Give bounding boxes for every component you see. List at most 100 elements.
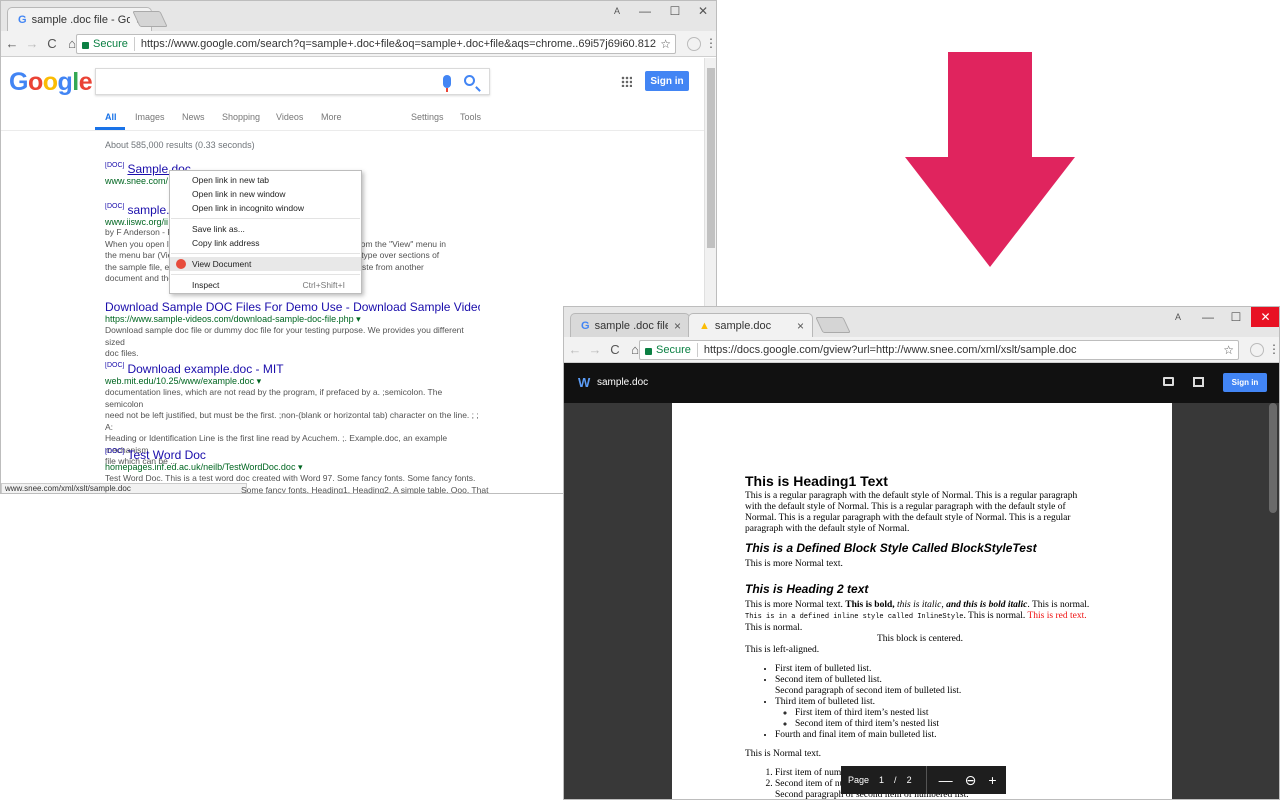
- list-item: Third item of bulleted list. First item …: [775, 697, 1172, 730]
- page-controls: Page 1 / 2 — ⊖ +: [841, 766, 1006, 794]
- close-window-icon[interactable]: ✕: [1251, 307, 1279, 327]
- search-box[interactable]: [95, 68, 490, 95]
- sign-in-button[interactable]: Sign in: [1223, 373, 1267, 392]
- open-in-new-window-icon[interactable]: [1193, 377, 1204, 387]
- tab-news[interactable]: News: [182, 112, 205, 122]
- address-bar[interactable]: Secure https://www.google.com/search?q=s…: [76, 34, 676, 54]
- url-text: https://docs.google.com/gview?url=http:/…: [703, 344, 1077, 356]
- mixed-style-paragraph: This is more Normal text. This is bold, …: [745, 600, 1095, 634]
- arrow-shape: [905, 52, 1075, 267]
- result-title-text[interactable]: Test Word Doc: [127, 448, 205, 462]
- forward-icon[interactable]: →: [586, 341, 604, 359]
- result-title-text[interactable]: Download example.doc - MIT: [127, 362, 283, 376]
- zoom-in-icon[interactable]: +: [988, 772, 996, 788]
- tab-sample-doc[interactable]: ▲ sample.doc ×: [688, 313, 813, 337]
- menu-item-save-link[interactable]: Save link as...: [170, 222, 361, 236]
- scrollbar-thumb[interactable]: [707, 68, 715, 248]
- word-document-icon: W: [578, 375, 591, 390]
- result-url: web.mit.edu/10.25/www/example.doc ▾: [105, 376, 262, 386]
- results-stats: About 585,000 results (0.33 seconds): [105, 140, 255, 150]
- secure-indicator[interactable]: Secure: [640, 343, 698, 357]
- reload-icon[interactable]: C: [43, 35, 61, 53]
- lock-icon: [82, 41, 89, 49]
- menu-item-label: View Document: [192, 259, 252, 269]
- maximize-icon[interactable]: ☐: [1222, 307, 1250, 327]
- status-bar-url: www.snee.com/xml/xslt/sample.doc: [1, 483, 247, 493]
- tab-google-search[interactable]: G sample .doc file - Google ×: [7, 7, 152, 31]
- bookmark-star-icon[interactable]: ☆: [1219, 343, 1238, 357]
- browser-toolbar: ← → C ⌂ Secure https://docs.google.com/g…: [564, 337, 1279, 363]
- result-url: homepages.inf.ed.ac.uk/neilb/TestWordDoc…: [105, 462, 303, 472]
- list-item-text: Second paragraph of second item of bulle…: [775, 686, 962, 696]
- tab-settings[interactable]: Settings: [411, 112, 444, 122]
- reload-icon[interactable]: C: [606, 341, 624, 359]
- list-item: First item of third item’s nested list: [795, 708, 1172, 719]
- doc-tag: [DOC]: [105, 203, 125, 210]
- close-tab-icon[interactable]: ×: [674, 319, 681, 333]
- result-title[interactable]: Download Sample DOC Files For Demo Use -…: [105, 300, 480, 314]
- new-tab-button[interactable]: [815, 317, 851, 333]
- forward-icon[interactable]: →: [23, 35, 41, 53]
- zoom-out-icon[interactable]: —: [939, 772, 953, 788]
- close-window-icon[interactable]: ✕: [689, 1, 716, 21]
- back-icon[interactable]: ←: [566, 341, 584, 359]
- doc-tag: [DOC]: [105, 448, 125, 455]
- snippet-trailing-text: Some fancy fonts. Heading1. Heading2. A …: [241, 485, 489, 494]
- result-title[interactable]: [DOC] Download example.doc - MIT: [105, 362, 480, 376]
- minimize-icon[interactable]: —: [631, 1, 659, 21]
- back-icon[interactable]: ←: [3, 35, 21, 53]
- context-menu: Open link in new tab Open link in new wi…: [169, 170, 362, 294]
- heading2: This is Heading 2 text: [745, 582, 869, 596]
- text-normal: . This is normal.: [1027, 600, 1090, 610]
- browser-window-docs-viewer: G sample .doc file - Google × ▲ sample.d…: [563, 306, 1280, 800]
- page-number-input[interactable]: 1: [879, 775, 884, 785]
- tab-tools[interactable]: Tools: [460, 112, 481, 122]
- text-italic: this is italic: [894, 600, 942, 610]
- minimize-icon[interactable]: —: [1194, 307, 1222, 327]
- menu-item-view-document[interactable]: View Document: [170, 257, 361, 271]
- desktop: G sample .doc file - Google × A — ☐ ✕ ← …: [0, 0, 1280, 800]
- url-text: https://www.google.com/search?q=sample+.…: [140, 38, 657, 50]
- down-arrow-icon: [905, 52, 1075, 267]
- microphone-icon[interactable]: [443, 75, 451, 88]
- search-tabs: All Images News Shopping Videos More Set…: [1, 105, 706, 131]
- tab-strip: G sample .doc file - Google × ▲ sample.d…: [564, 307, 1279, 337]
- tab-more[interactable]: More: [321, 112, 342, 122]
- tab-google-search[interactable]: G sample .doc file - Google ×: [570, 313, 690, 337]
- profile-indicator[interactable]: A: [1164, 307, 1192, 327]
- menu-item-copy-link[interactable]: Copy link address: [170, 236, 361, 250]
- tab-title: sample .doc file - Google: [594, 319, 668, 332]
- google-logo[interactable]: Google: [9, 68, 93, 97]
- nested-list: First item of third item’s nested list S…: [795, 708, 1172, 730]
- apps-grid-icon[interactable]: [621, 76, 632, 87]
- menu-item-open-new-window[interactable]: Open link in new window: [170, 187, 361, 201]
- sign-in-button[interactable]: Sign in: [645, 71, 689, 91]
- secure-label: Secure: [656, 344, 691, 356]
- result-title[interactable]: [DOC] Test Word Doc: [105, 448, 480, 462]
- browser-menu-icon[interactable]: ⋮: [1262, 342, 1279, 356]
- tab-shopping[interactable]: Shopping: [222, 112, 260, 122]
- address-bar[interactable]: Secure https://docs.google.com/gview?url…: [639, 340, 1239, 360]
- tab-all[interactable]: All: [105, 112, 117, 122]
- active-tab-underline: [95, 127, 125, 130]
- maximize-icon[interactable]: ☐: [661, 1, 689, 21]
- bookmark-star-icon[interactable]: ☆: [656, 37, 675, 51]
- browser-menu-icon[interactable]: ⋮: [699, 36, 716, 50]
- zoom-icon[interactable]: ⊖: [965, 772, 977, 789]
- secure-indicator[interactable]: Secure: [77, 37, 135, 51]
- tab-videos[interactable]: Videos: [276, 112, 303, 122]
- lock-icon: [645, 347, 652, 355]
- menu-item-inspect[interactable]: Inspect Ctrl+Shift+I: [170, 278, 361, 292]
- search-icon-handle: [475, 86, 481, 92]
- viewer-scrollbar[interactable]: [1269, 403, 1277, 513]
- menu-item-open-new-tab[interactable]: Open link in new tab: [170, 173, 361, 187]
- page-separator: /: [894, 775, 897, 785]
- tab-images[interactable]: Images: [135, 112, 165, 122]
- profile-indicator[interactable]: A: [603, 1, 631, 21]
- search-icon[interactable]: [464, 75, 475, 86]
- menu-item-open-incognito[interactable]: Open link in incognito window: [170, 201, 361, 215]
- text-normal: This is normal.: [745, 623, 803, 633]
- doc-tag: [DOC]: [105, 162, 125, 169]
- close-tab-icon[interactable]: ×: [797, 319, 804, 333]
- print-icon[interactable]: [1163, 377, 1174, 386]
